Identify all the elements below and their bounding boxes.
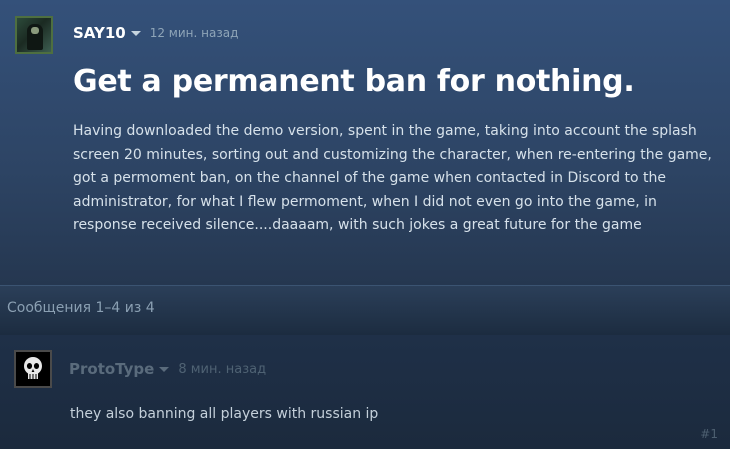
author-avatar[interactable] (15, 16, 53, 54)
reply-post: ProtoType 8 мин. назад they also banning… (0, 335, 730, 449)
author-row: SAY10 12 мин. назад (73, 23, 238, 43)
chevron-down-icon[interactable] (159, 367, 170, 372)
reply-text: they also banning all players with russi… (70, 406, 379, 422)
avatar-face (31, 27, 39, 34)
messages-count-bar: Сообщения 1–4 из 4 (0, 285, 730, 335)
reply-author-row: ProtoType 8 мин. назад (69, 359, 266, 379)
reply-avatar[interactable] (14, 350, 52, 388)
discussion-page: SAY10 12 мин. назад Get a permanent ban … (0, 0, 730, 449)
reply-time: 8 мин. назад (178, 361, 267, 377)
topic-title: Get a permanent ban for nothing. (73, 64, 635, 99)
skull-icon (24, 357, 42, 379)
messages-count: Сообщения 1–4 из 4 (7, 300, 155, 316)
chevron-down-icon[interactable] (130, 31, 141, 36)
post-number[interactable]: #1 (700, 427, 718, 441)
author-name[interactable]: SAY10 (73, 24, 126, 42)
post-time: 12 мин. назад (149, 26, 239, 40)
original-post: SAY10 12 мин. назад Get a permanent ban … (0, 0, 730, 285)
reply-author-name[interactable]: ProtoType (69, 360, 154, 378)
topic-body: Having downloaded the demo version, spen… (73, 123, 712, 233)
